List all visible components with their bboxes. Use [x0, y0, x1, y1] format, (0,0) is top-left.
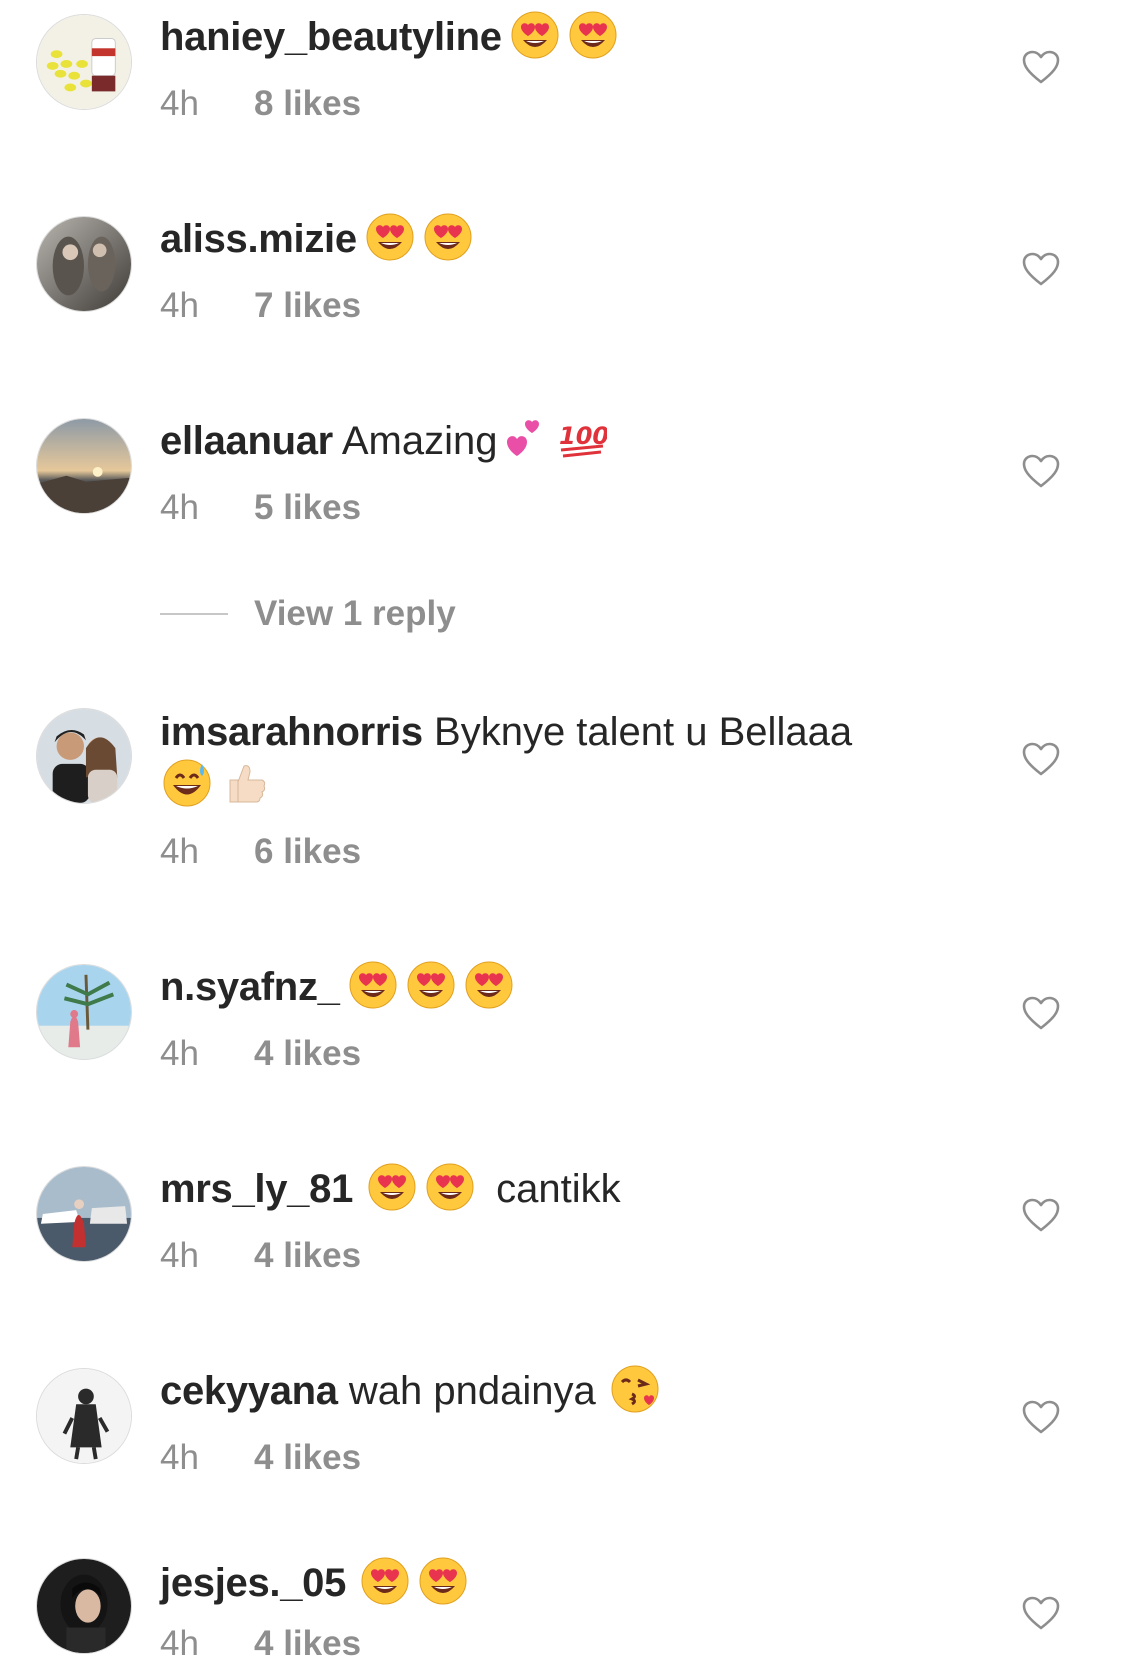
likes-count[interactable]: 4 likes: [254, 1438, 361, 1477]
comment-meta: 4h 6 likes: [160, 831, 920, 873]
comments-list: haniey_beautyline 4h 8 likes aliss.mizie …: [0, 0, 1125, 1674]
hundred-points-emoji: 100: [557, 414, 607, 464]
comment-text: aliss.mizie: [160, 212, 920, 265]
likes-count[interactable]: 4 likes: [254, 1034, 361, 1073]
avatar[interactable]: [36, 964, 132, 1060]
like-heart-icon[interactable]: [1022, 252, 1060, 286]
comment-meta: 4h 4 likes: [160, 1235, 920, 1277]
like-heart-icon[interactable]: [1022, 996, 1060, 1030]
two-hearts-emoji: [499, 414, 549, 464]
like-heart-icon[interactable]: [1022, 454, 1060, 488]
comment-text: jesjes._05: [160, 1556, 920, 1609]
heart-eyes-emoji: [360, 1556, 410, 1606]
likes-count[interactable]: 6 likes: [254, 832, 361, 871]
comment-time: 4h: [160, 1236, 199, 1275]
comment-text: ellaanuar Amazing 100: [160, 414, 920, 467]
heart-eyes-emoji: [510, 10, 560, 60]
like-heart-icon[interactable]: [1022, 1596, 1060, 1630]
comment-body: Byknye talent u Bellaaa: [434, 710, 853, 754]
comment-body: cantikk: [496, 1167, 621, 1211]
comment-time: 4h: [160, 1438, 199, 1477]
likes-count[interactable]: 8 likes: [254, 84, 361, 123]
view-replies-row[interactable]: View 1 reply: [160, 594, 456, 638]
heart-eyes-emoji: [418, 1556, 468, 1606]
comment-body: Amazing: [341, 419, 498, 463]
comment-username[interactable]: jesjes._05: [160, 1561, 346, 1605]
heart-eyes-emoji: [423, 212, 473, 262]
comment-text: haniey_beautyline: [160, 10, 920, 63]
avatar[interactable]: [36, 418, 132, 514]
heart-eyes-emoji: [464, 960, 514, 1010]
comment-username[interactable]: mrs_ly_81: [160, 1167, 353, 1211]
comment-meta: 4h 4 likes: [160, 1033, 920, 1075]
comment-meta: 4h 8 likes: [160, 83, 920, 125]
likes-count[interactable]: 4 likes: [254, 1624, 361, 1663]
heart-eyes-emoji: [348, 960, 398, 1010]
heart-eyes-emoji: [425, 1162, 475, 1212]
avatar[interactable]: [36, 216, 132, 312]
avatar[interactable]: [36, 14, 132, 110]
comment-time: 4h: [160, 488, 199, 527]
heart-eyes-emoji: [568, 10, 618, 60]
comment-username[interactable]: haniey_beautyline: [160, 15, 502, 59]
comment-text: n.syafnz_: [160, 960, 920, 1013]
like-heart-icon[interactable]: [1022, 1400, 1060, 1434]
comment-time: 4h: [160, 1624, 199, 1663]
comment-time: 4h: [160, 286, 199, 325]
likes-count[interactable]: 5 likes: [254, 488, 361, 527]
like-heart-icon[interactable]: [1022, 742, 1060, 776]
kissing-heart-emoji: [610, 1364, 660, 1414]
thumbs-up-emoji: [220, 758, 270, 808]
grinning-sweat-emoji: [162, 758, 212, 808]
like-heart-icon[interactable]: [1022, 1198, 1060, 1232]
comment-username[interactable]: imsarahnorris: [160, 710, 423, 754]
comment-username[interactable]: cekyyana: [160, 1369, 338, 1413]
comment-body: wah pndainya: [348, 1369, 596, 1413]
likes-count[interactable]: 4 likes: [254, 1236, 361, 1275]
comment-meta: 4h 4 likes: [160, 1437, 920, 1479]
likes-count[interactable]: 7 likes: [254, 286, 361, 325]
comment-meta: 4h 5 likes: [160, 487, 920, 529]
comment-meta: 4h 7 likes: [160, 285, 920, 327]
comment-text: imsarahnorris Byknye talent u Bellaaa: [160, 706, 920, 811]
comment-text: mrs_ly_81 cantikk: [160, 1162, 920, 1215]
comment-username[interactable]: n.syafnz_: [160, 965, 340, 1009]
avatar[interactable]: [36, 1166, 132, 1262]
view-replies-button[interactable]: View 1 reply: [254, 594, 456, 633]
like-heart-icon[interactable]: [1022, 50, 1060, 84]
comment-meta: 4h 4 likes: [160, 1623, 920, 1665]
heart-eyes-emoji: [406, 960, 456, 1010]
comment-username[interactable]: ellaanuar: [160, 419, 333, 463]
avatar[interactable]: [36, 708, 132, 804]
heart-eyes-emoji: [367, 1162, 417, 1212]
reply-divider: [160, 613, 228, 615]
avatar[interactable]: [36, 1558, 132, 1654]
comment-time: 4h: [160, 1034, 199, 1073]
comment-time: 4h: [160, 84, 199, 123]
comment-time: 4h: [160, 832, 199, 871]
comment-text: cekyyana wah pndainya: [160, 1364, 920, 1417]
heart-eyes-emoji: [365, 212, 415, 262]
avatar[interactable]: [36, 1368, 132, 1464]
comment-username[interactable]: aliss.mizie: [160, 217, 357, 261]
